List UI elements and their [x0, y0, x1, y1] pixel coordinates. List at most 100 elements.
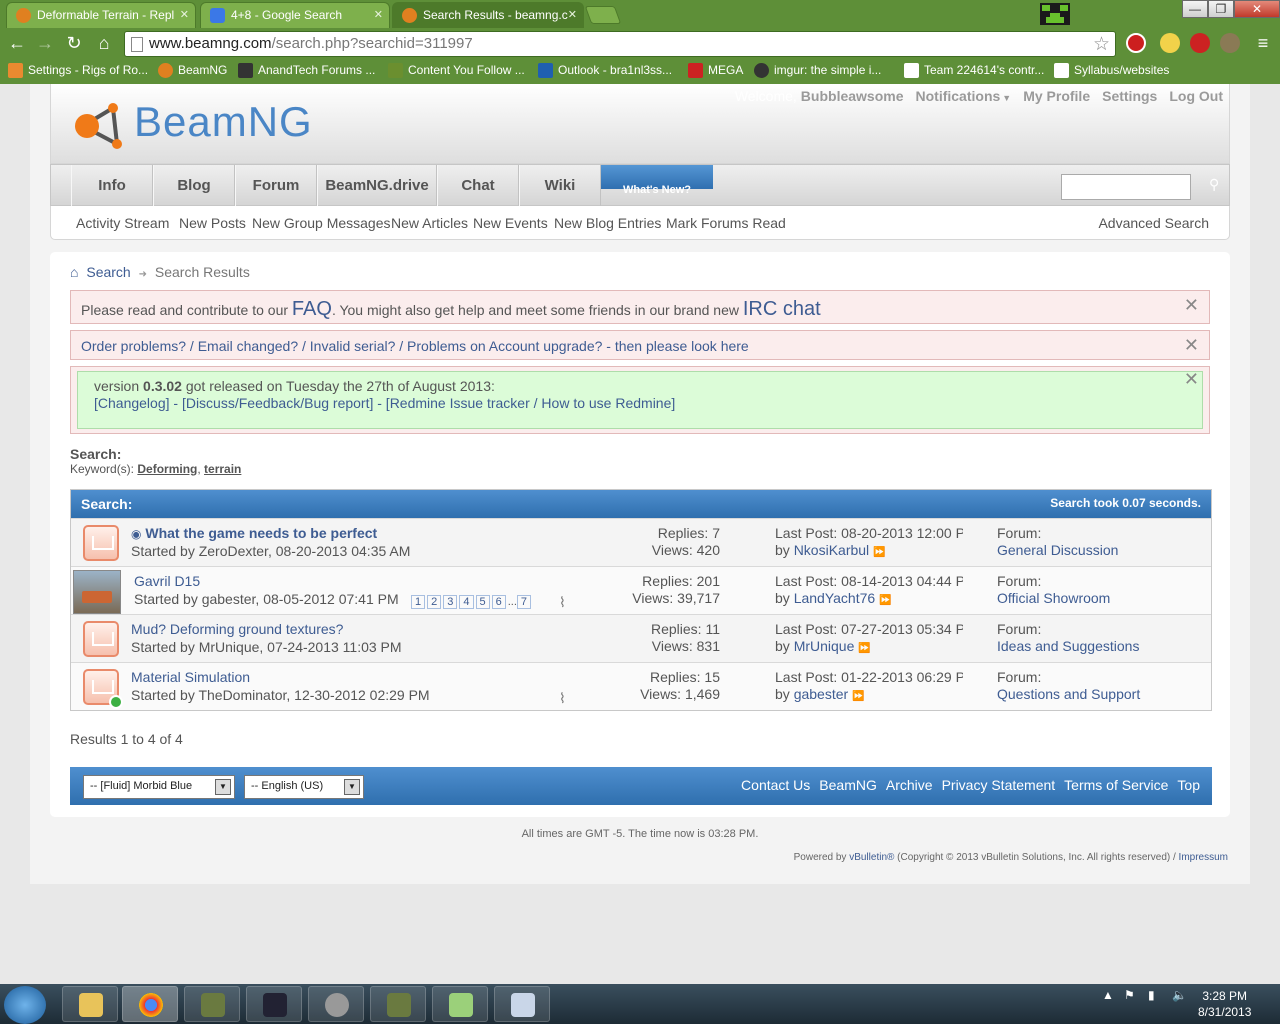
reload-icon[interactable]: ↻: [63, 32, 85, 54]
taskbar-chrome[interactable]: [122, 986, 178, 1022]
faq-link[interactable]: FAQ: [292, 298, 332, 320]
thread-title[interactable]: Gavril D15: [134, 573, 200, 589]
tab-google-search[interactable]: 4+8 - Google Search ✕: [200, 2, 390, 28]
my-profile-link[interactable]: My Profile: [1023, 88, 1090, 104]
go-first-unread-icon[interactable]: ◉: [131, 527, 141, 541]
go-to-last-post-icon[interactable]: ⏩: [852, 691, 864, 702]
nav-tab-info[interactable]: Info: [71, 165, 153, 206]
language-select[interactable]: -- English (US) ▼: [244, 775, 364, 799]
subnav-mark-forums-read[interactable]: Mark Forums Read: [666, 215, 786, 231]
menu-icon[interactable]: ≡: [1252, 32, 1274, 54]
settings-link[interactable]: Settings: [1102, 88, 1157, 104]
go-to-last-post-icon[interactable]: ⏩: [873, 547, 885, 558]
close-window-button[interactable]: ✕: [1234, 0, 1280, 18]
keyword-link[interactable]: Deforming: [137, 462, 197, 476]
bookmark-item[interactable]: BeamNG: [158, 63, 227, 78]
adblock-extension-icon[interactable]: [1126, 33, 1146, 53]
page-link[interactable]: 2: [427, 595, 442, 609]
bookmark-item[interactable]: imgur: the simple i...: [754, 63, 881, 78]
back-arrow-icon[interactable]: ←: [6, 32, 28, 54]
show-hidden-icons-icon[interactable]: ▲: [1102, 988, 1114, 1002]
page-link[interactable]: 1: [411, 595, 426, 609]
last-poster-link[interactable]: NkosiKarbul: [794, 542, 869, 558]
irc-chat-link[interactable]: IRC chat: [743, 298, 821, 320]
system-clock[interactable]: 3:28 PM 8/31/2013: [1198, 988, 1251, 1020]
minimize-button[interactable]: —: [1182, 0, 1208, 18]
nav-tab-whats-new[interactable]: What's New?: [601, 165, 713, 196]
taskbar-app[interactable]: [308, 986, 364, 1022]
forum-link[interactable]: Questions and Support: [997, 686, 1140, 702]
notifications-link[interactable]: Notifications: [916, 88, 1001, 104]
page-link[interactable]: 6: [491, 595, 506, 609]
log-out-link[interactable]: Log Out: [1169, 88, 1223, 104]
subnav-new-events[interactable]: New Events: [473, 215, 548, 231]
bookmark-item[interactable]: Settings - Rigs of Ro...: [8, 63, 148, 78]
forward-arrow-icon[interactable]: →: [34, 32, 56, 54]
forum-link[interactable]: General Discussion: [997, 542, 1118, 558]
thread-title[interactable]: Mud? Deforming ground textures?: [131, 621, 343, 637]
page-link[interactable]: 3: [443, 595, 458, 609]
last-poster-link[interactable]: MrUnique: [794, 638, 855, 654]
username-link[interactable]: Bubbleawsome: [801, 88, 904, 104]
vbulletin-link[interactable]: vBulletin®: [849, 852, 894, 863]
close-tab-icon[interactable]: ✕: [374, 8, 383, 21]
page-link[interactable]: 4: [459, 595, 474, 609]
taskbar-beamng[interactable]: [370, 986, 426, 1022]
release-links[interactable]: [Changelog] - [Discuss/Feedback/Bug repo…: [94, 395, 675, 411]
taskbar-beamng[interactable]: [184, 986, 240, 1022]
terms-of-service-link[interactable]: Terms of Service: [1064, 777, 1168, 793]
taskbar-explorer[interactable]: [62, 986, 118, 1022]
tab-deformable-terrain[interactable]: Deformable Terrain - Repl ✕: [6, 2, 196, 28]
subnav-new-group-messages[interactable]: New Group Messages: [252, 215, 391, 231]
nav-tab-blog[interactable]: Blog: [153, 165, 235, 206]
last-poster-link[interactable]: gabester: [794, 686, 848, 702]
new-tab-button[interactable]: [584, 6, 622, 24]
subnav-new-articles[interactable]: New Articles: [391, 215, 468, 231]
taskbar-app[interactable]: [246, 986, 302, 1022]
bookmark-star-icon[interactable]: ☆: [1093, 33, 1110, 56]
archive-link[interactable]: Archive: [886, 777, 933, 793]
close-icon[interactable]: ✕: [1184, 369, 1199, 390]
extension-icon[interactable]: [1160, 33, 1180, 53]
home-icon[interactable]: ⌂: [70, 264, 78, 280]
nav-tab-forum[interactable]: Forum: [235, 165, 317, 206]
forum-link[interactable]: Ideas and Suggestions: [997, 638, 1139, 654]
maximize-button[interactable]: ❐: [1208, 0, 1234, 18]
network-icon[interactable]: ▮: [1148, 988, 1155, 1002]
tab-search-results[interactable]: Search Results - beamng.c ✕: [392, 2, 584, 28]
close-icon[interactable]: ✕: [1184, 335, 1199, 356]
action-center-flag-icon[interactable]: ⚑: [1124, 988, 1135, 1002]
bookmark-item[interactable]: Content You Follow ...: [388, 63, 525, 78]
go-to-last-post-icon[interactable]: ⏩: [858, 643, 870, 654]
nav-tab-beamng-drive[interactable]: BeamNG.drive: [317, 165, 437, 206]
volume-icon[interactable]: 🔈: [1172, 988, 1187, 1002]
site-logo-text[interactable]: BeamNG: [134, 98, 313, 146]
bookmark-item[interactable]: Syllabus/websites: [1054, 63, 1169, 78]
extension-icon[interactable]: [1220, 33, 1240, 53]
breadcrumb-search-link[interactable]: Search: [86, 264, 130, 280]
advanced-search-link[interactable]: Advanced Search: [1098, 215, 1209, 231]
search-icon[interactable]: ⚲: [1209, 176, 1225, 192]
style-select[interactable]: -- [Fluid] Morbid Blue ▼: [83, 775, 235, 799]
top-link[interactable]: Top: [1177, 777, 1200, 793]
page-link[interactable]: 7: [516, 595, 532, 609]
beamng-link[interactable]: BeamNG: [819, 777, 877, 793]
contact-us-link[interactable]: Contact Us: [741, 777, 810, 793]
order-problems-link[interactable]: Order problems? / Email changed? / Inval…: [81, 338, 749, 354]
nav-tab-chat[interactable]: Chat: [437, 165, 519, 206]
bookmark-item[interactable]: MEGA: [688, 63, 743, 78]
close-tab-icon[interactable]: ✕: [180, 8, 189, 21]
lastpass-extension-icon[interactable]: [1190, 33, 1210, 53]
thread-title[interactable]: Material Simulation: [131, 669, 250, 685]
bookmark-item[interactable]: Outlook - bra1nl3ss...: [538, 63, 672, 78]
taskbar-paint[interactable]: [494, 986, 550, 1022]
privacy-statement-link[interactable]: Privacy Statement: [942, 777, 1056, 793]
subnav-new-blog-entries[interactable]: New Blog Entries: [554, 215, 661, 231]
close-tab-icon[interactable]: ✕: [568, 8, 577, 21]
forum-link[interactable]: Official Showroom: [997, 590, 1110, 606]
page-link[interactable]: 5: [475, 595, 490, 609]
impressum-link[interactable]: Impressum: [1179, 852, 1228, 863]
start-button[interactable]: [4, 986, 46, 1024]
taskbar-app[interactable]: [432, 986, 488, 1022]
site-search-input[interactable]: [1061, 174, 1191, 200]
